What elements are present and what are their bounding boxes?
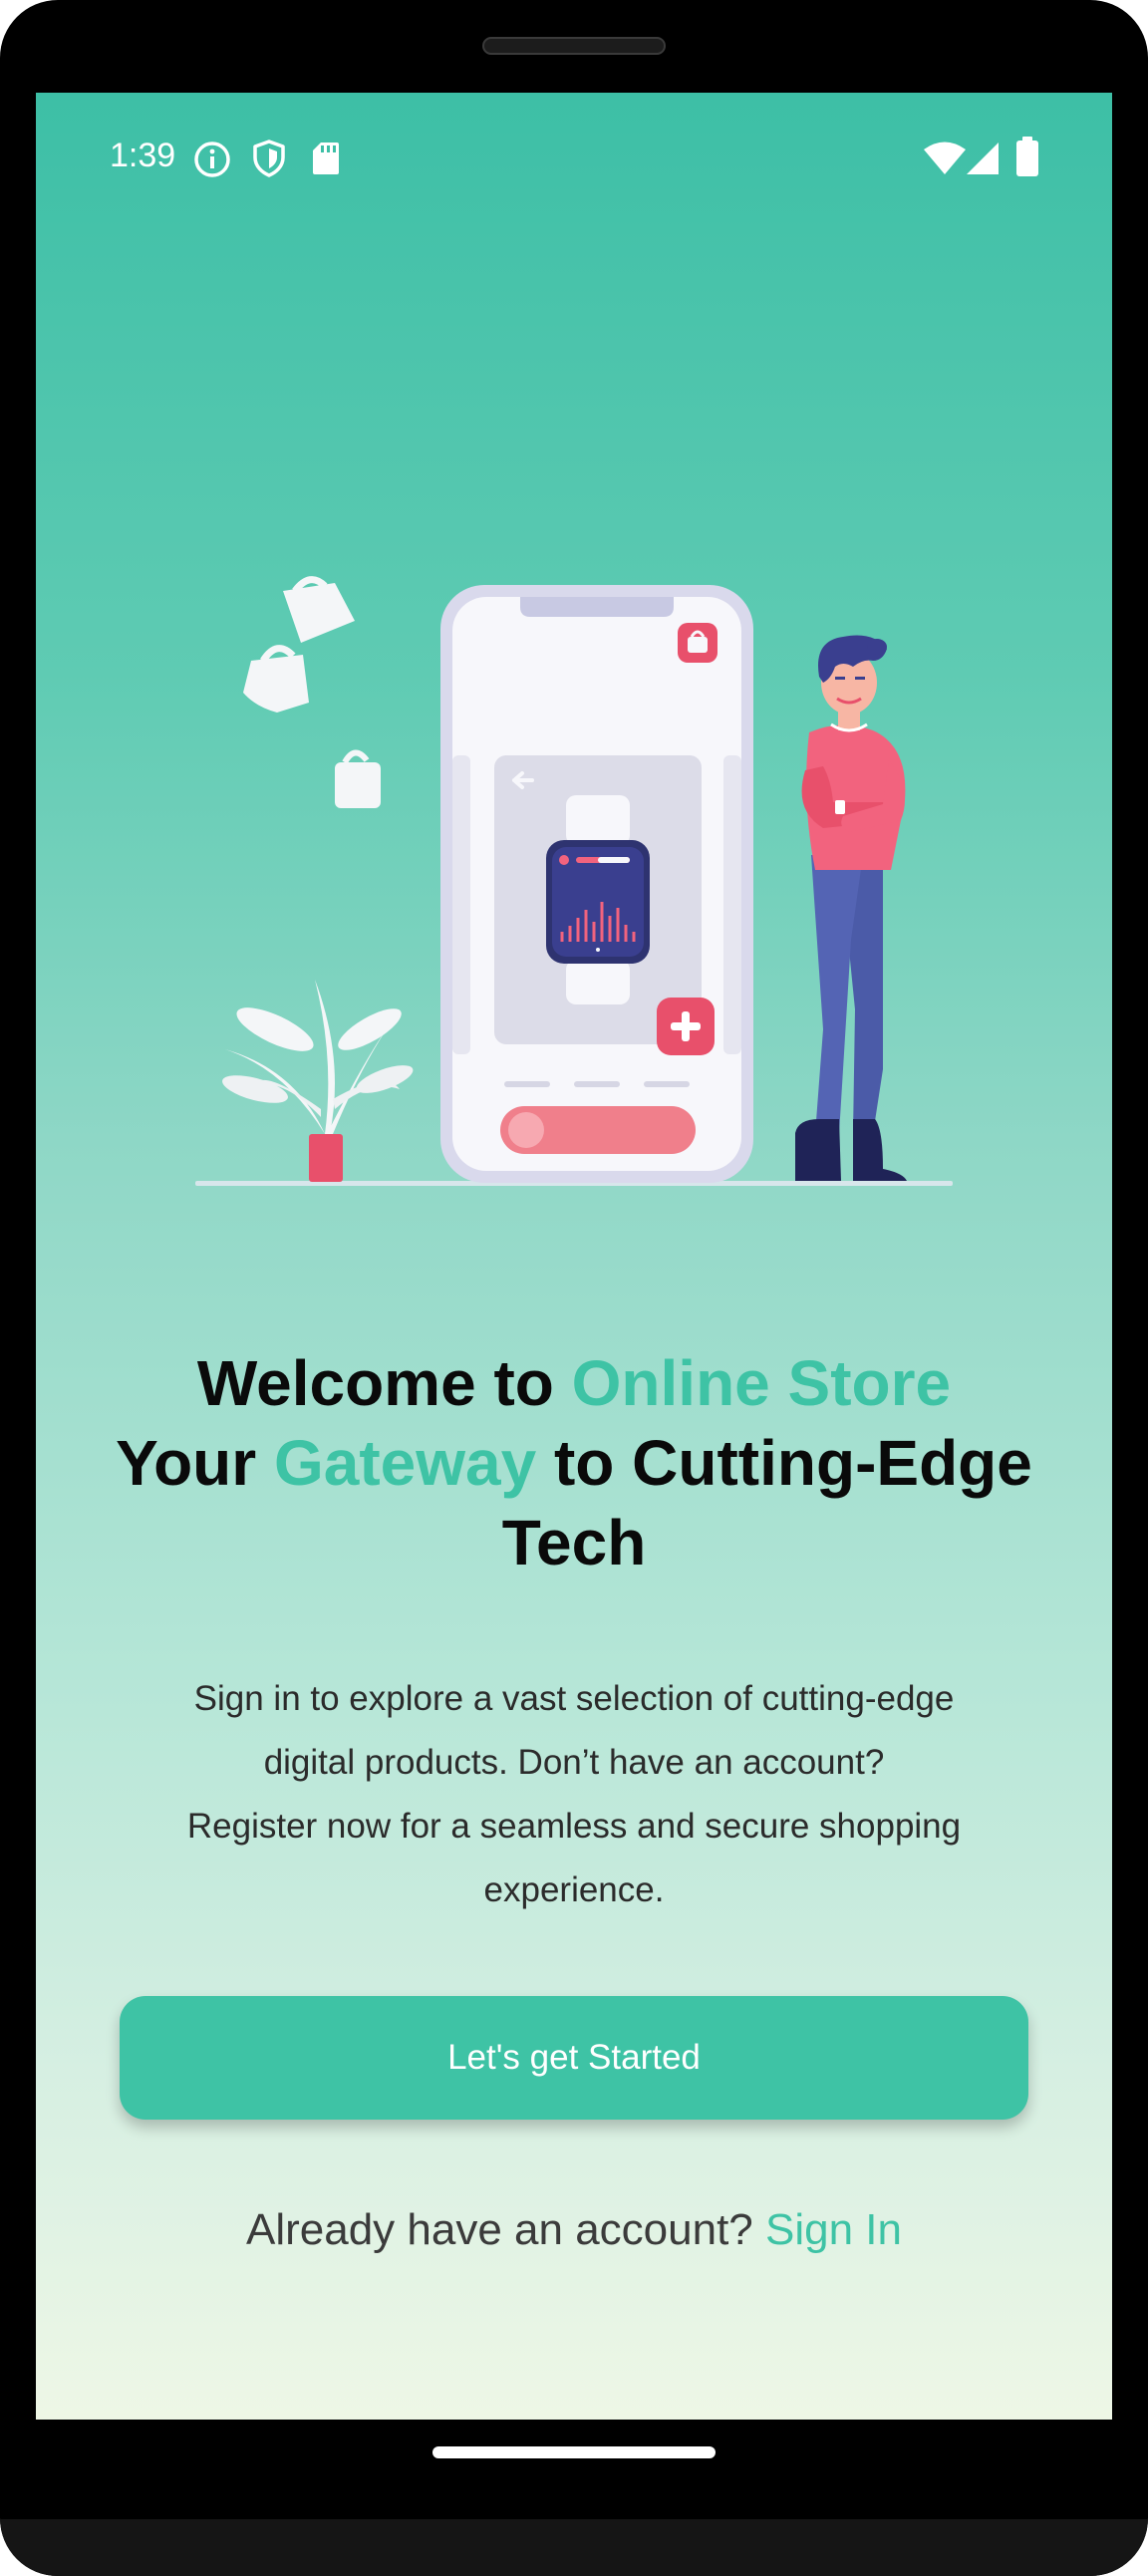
app-screen: 1:39 Welcome to Online Store Your Gatewa… xyxy=(36,93,1112,2420)
signin-prompt-text: Already have an account? xyxy=(245,2205,766,2254)
headline-line-2: Your Gateway to Cutting-Edge xyxy=(76,1423,1072,1503)
home-indicator[interactable] xyxy=(432,2446,716,2458)
status-bar: 1:39 xyxy=(36,93,1112,222)
info-icon xyxy=(194,142,230,177)
sd-card-icon xyxy=(313,143,339,174)
headline-line-3: Tech xyxy=(501,1507,647,1578)
headline-line-1: Welcome to Online Store xyxy=(76,1343,1072,1423)
phone-mockup-icon xyxy=(440,585,753,1183)
shopping-bag-icon xyxy=(283,576,355,643)
status-time: 1:39 xyxy=(110,137,176,174)
brand-name: Online Store xyxy=(571,1347,952,1419)
get-started-button[interactable]: Let's get Started xyxy=(120,1996,1028,2120)
welcome-headline: Welcome to Online Store Your Gateway to … xyxy=(76,1343,1072,1582)
headline-prefix: Welcome to xyxy=(196,1347,572,1419)
description-line-4: experience. xyxy=(483,1870,665,1909)
welcome-description: Sign in to explore a vast selection of c… xyxy=(155,1667,993,1922)
person-icon xyxy=(795,635,907,1181)
device-bottom-edge xyxy=(0,2519,1148,2576)
battery-icon xyxy=(1016,137,1038,176)
headline-your: Your xyxy=(116,1427,274,1499)
headline-suffix: to Cutting-Edge xyxy=(536,1427,1032,1499)
shield-icon xyxy=(253,140,285,177)
hero-illustration xyxy=(195,576,953,1186)
earpiece-speaker xyxy=(482,37,666,55)
description-line-1: Sign in to explore a vast selection of c… xyxy=(193,1679,955,1718)
sign-in-link[interactable]: Sign In xyxy=(765,2205,902,2254)
description-line-3: Register now for a seamless and secure s… xyxy=(186,1807,962,1846)
plant-icon xyxy=(222,980,414,1182)
device-frame: 1:39 Welcome to Online Store Your Gatewa… xyxy=(0,0,1148,2576)
headline-gateway: Gateway xyxy=(273,1427,537,1499)
signin-prompt: Already have an account? Sign In xyxy=(36,2205,1112,2255)
signal-icon xyxy=(967,143,999,174)
wifi-icon xyxy=(924,142,966,174)
shopping-bag-icon xyxy=(243,645,309,713)
description-line-2: digital products. Don’t have an account? xyxy=(263,1743,885,1782)
shopping-bag-icon xyxy=(335,749,381,808)
